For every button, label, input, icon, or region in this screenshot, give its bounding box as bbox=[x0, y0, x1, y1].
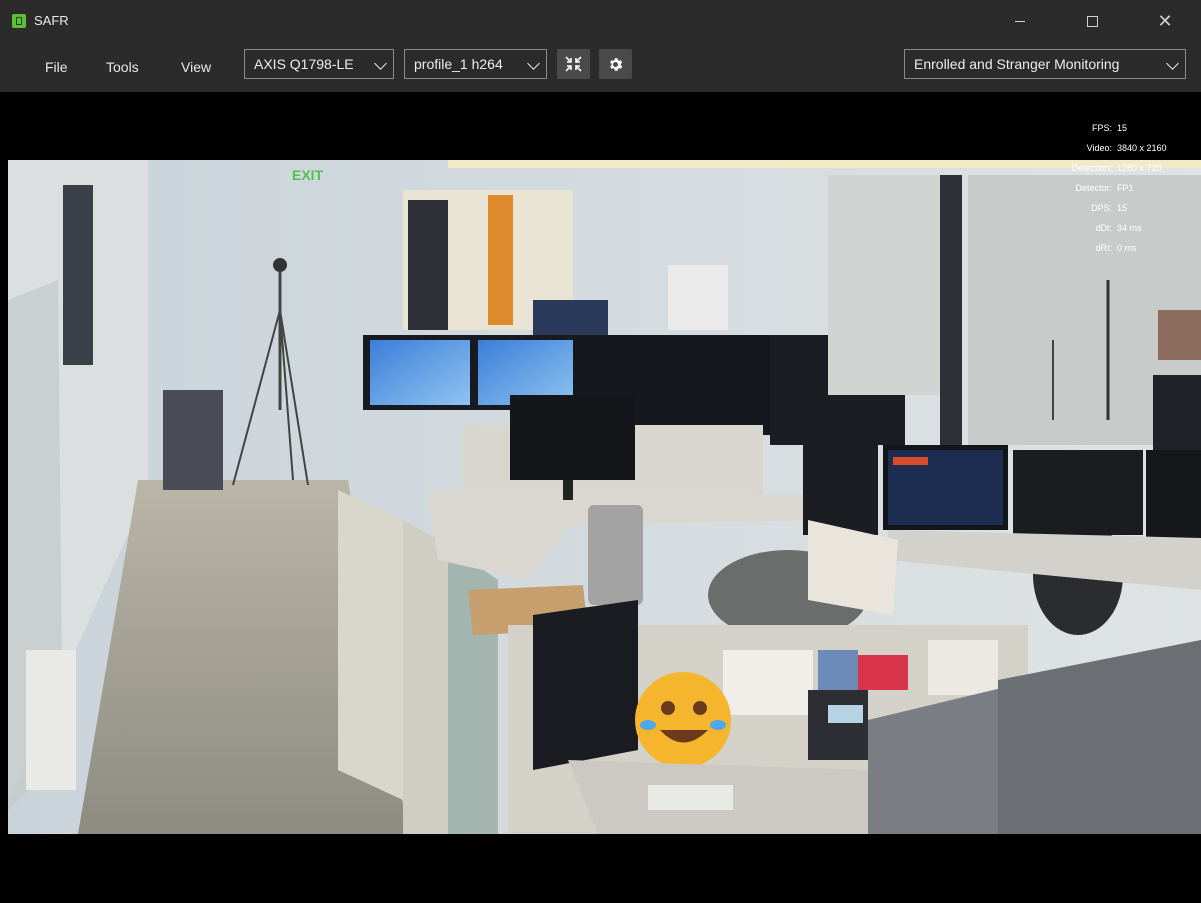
title-bar: SAFR ✕ bbox=[0, 0, 1201, 42]
monitoring-mode-value: Enrolled and Stranger Monitoring bbox=[914, 56, 1120, 72]
menu-file[interactable]: File bbox=[45, 59, 68, 75]
monitoring-mode-select[interactable]: Enrolled and Stranger Monitoring bbox=[904, 49, 1186, 79]
chevron-down-icon bbox=[1166, 57, 1179, 70]
video-viewport[interactable]: EXIT FPS: 15 Video: 3840 x 2160 Detectio… bbox=[0, 92, 1201, 903]
stat-video: Video: 3840 x 2160 bbox=[1086, 143, 1167, 153]
stat-detector: Detector: FP1 bbox=[1075, 183, 1134, 193]
menu-view[interactable]: View bbox=[181, 59, 211, 75]
close-button[interactable]: ✕ bbox=[1145, 8, 1185, 34]
exit-sign: EXIT bbox=[292, 167, 324, 183]
stat-ddt: dDt: 34 ms bbox=[1095, 223, 1142, 233]
settings-button[interactable] bbox=[599, 49, 632, 79]
camera-select[interactable]: AXIS Q1798-LE bbox=[244, 49, 394, 79]
stat-detection: Detection: 1280 x 720 bbox=[1071, 163, 1162, 173]
toolbar: File Tools View AXIS Q1798-LE profile_1 … bbox=[0, 42, 1201, 92]
chevron-down-icon bbox=[374, 57, 387, 70]
minimize-button[interactable] bbox=[1000, 8, 1040, 34]
stats-overlay: FPS: 15 Video: 3840 x 2160 Detection: 1280 … bbox=[1071, 118, 1179, 258]
stat-drt: dRt: 0 ms bbox=[1095, 243, 1137, 253]
profile-select[interactable]: profile_1 h264 bbox=[404, 49, 547, 79]
camera-feed[interactable]: EXIT bbox=[8, 160, 1201, 834]
app-title: SAFR bbox=[34, 13, 69, 28]
camera-select-value: AXIS Q1798-LE bbox=[254, 56, 354, 72]
fit-video-button[interactable] bbox=[557, 49, 590, 79]
menu-tools[interactable]: Tools bbox=[106, 59, 139, 75]
collapse-arrows-icon bbox=[565, 56, 582, 72]
chevron-down-icon bbox=[527, 57, 540, 70]
gear-icon bbox=[610, 58, 623, 71]
office-scene-image: EXIT bbox=[8, 160, 1201, 834]
maximize-button[interactable] bbox=[1073, 8, 1113, 34]
profile-select-value: profile_1 h264 bbox=[414, 56, 503, 72]
safr-app-icon bbox=[12, 14, 26, 28]
stat-dps: DPS: 15 bbox=[1090, 203, 1128, 213]
stat-fps: FPS: 15 bbox=[1091, 123, 1128, 133]
